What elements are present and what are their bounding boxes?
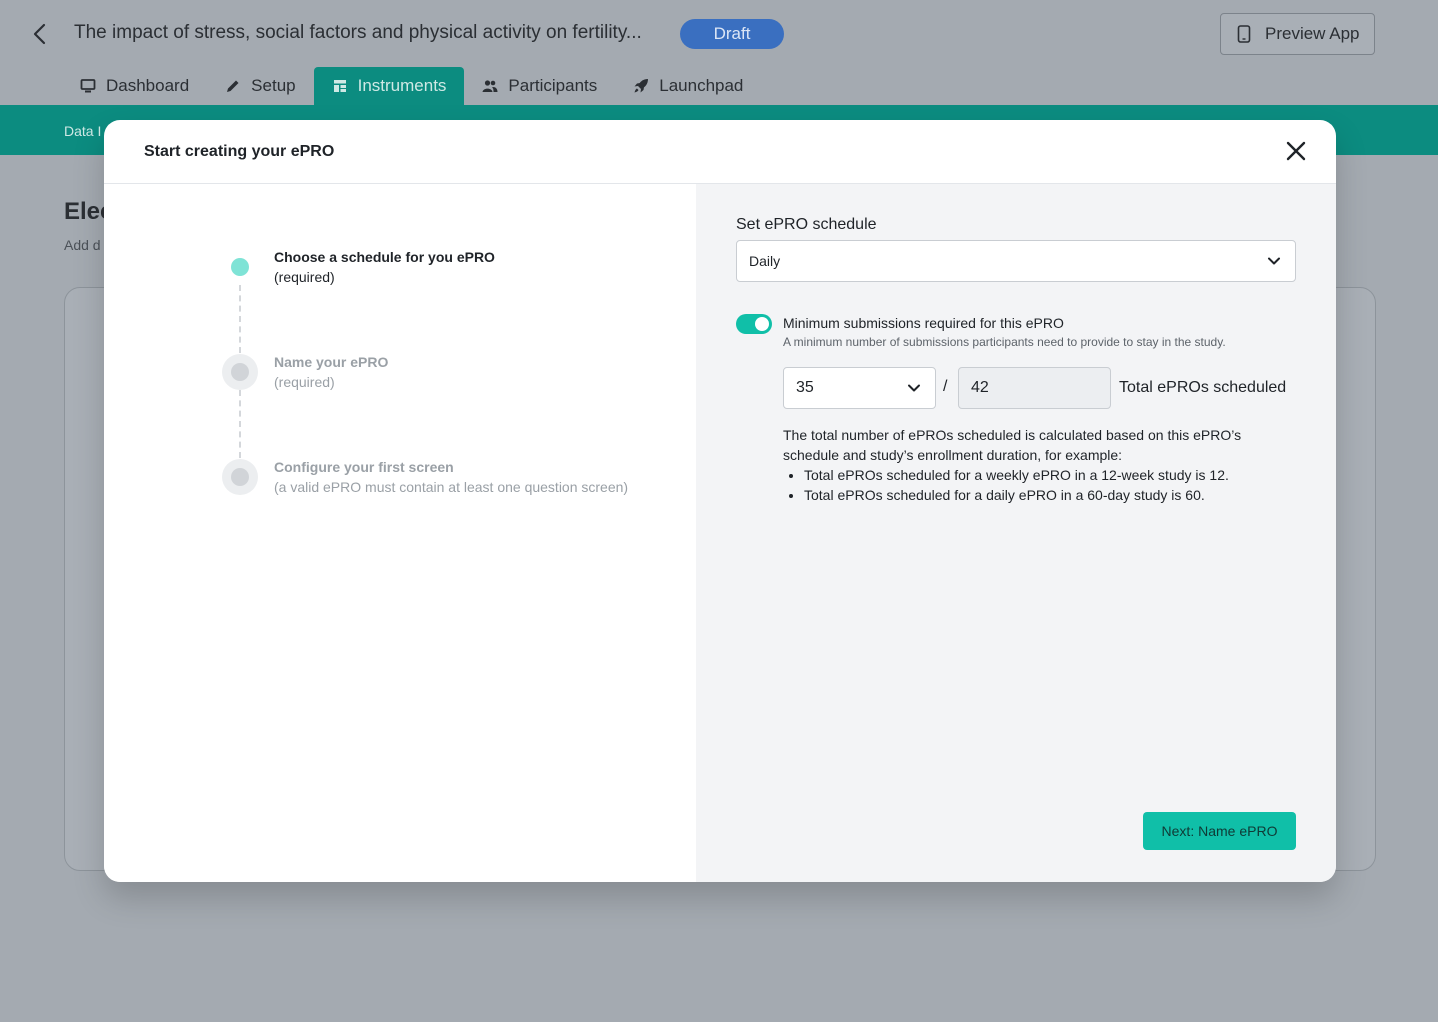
create-epro-modal: Start creating your ePRO Choose a schedu… bbox=[104, 120, 1336, 882]
tab-participants[interactable]: Participants bbox=[464, 67, 615, 105]
users-icon bbox=[482, 80, 498, 92]
status-badge: Draft bbox=[680, 19, 784, 49]
total-epros-label: Total ePROs scheduled bbox=[1119, 379, 1287, 396]
minimum-value: 35 bbox=[796, 379, 814, 396]
list-item: Total ePROs scheduled for a weekly ePRO … bbox=[804, 465, 1293, 485]
close-icon[interactable] bbox=[1284, 139, 1308, 163]
toggle-knob bbox=[755, 317, 769, 331]
modal-title: Start creating your ePRO bbox=[144, 143, 335, 160]
step-connector bbox=[239, 390, 241, 458]
tab-label: Instruments bbox=[357, 76, 447, 95]
monitor-icon bbox=[80, 79, 96, 93]
list-item: Total ePROs scheduled for a daily ePRO i… bbox=[804, 485, 1293, 505]
chevron-left-icon[interactable] bbox=[28, 20, 52, 48]
minimum-submissions-toggle[interactable] bbox=[736, 314, 772, 334]
step-title: Choose a schedule for you ePRO bbox=[274, 249, 495, 265]
schedule-form: Set ePRO schedule Daily Minimum submissi… bbox=[696, 184, 1336, 882]
pencil-icon bbox=[227, 80, 239, 92]
tab-label: Participants bbox=[508, 76, 598, 95]
step-subtitle: (a valid ePRO must contain at least one … bbox=[274, 479, 629, 495]
schedule-value: Daily bbox=[749, 253, 781, 269]
schedule-select[interactable]: Daily bbox=[736, 240, 1296, 282]
instruments-icon bbox=[333, 80, 346, 92]
sub-nav-item[interactable]: Data I bbox=[64, 123, 101, 139]
tab-dashboard[interactable]: Dashboard bbox=[62, 67, 207, 105]
step-indicator bbox=[222, 354, 258, 390]
tab-setup[interactable]: Setup bbox=[207, 67, 313, 105]
schedule-label: Set ePRO schedule bbox=[736, 216, 877, 233]
explanation-intro: The total number of ePROs scheduled is c… bbox=[783, 427, 1242, 463]
main-nav: Dashboard Setup Instruments Participants bbox=[62, 67, 761, 105]
step-subtitle: (required) bbox=[274, 269, 335, 285]
rocket-icon bbox=[634, 79, 649, 93]
step-subtitle: (required) bbox=[274, 374, 335, 390]
preview-app-button[interactable]: Preview App bbox=[1220, 13, 1375, 55]
modal-header: Start creating your ePRO bbox=[104, 120, 1336, 184]
phone-icon bbox=[1237, 25, 1251, 43]
study-title: The impact of stress, social factors and… bbox=[74, 22, 642, 43]
explanation-text: The total number of ePROs scheduled is c… bbox=[783, 425, 1293, 505]
page-subtext: Add d bbox=[64, 237, 101, 253]
step-indicator bbox=[222, 459, 258, 495]
next-name-epro-button[interactable]: Next: Name ePRO bbox=[1143, 812, 1296, 850]
tab-launchpad[interactable]: Launchpad bbox=[615, 67, 761, 105]
tab-instruments[interactable]: Instruments bbox=[313, 67, 465, 105]
step-title: Name your ePRO bbox=[274, 354, 389, 370]
total-epros-field[interactable] bbox=[958, 367, 1111, 409]
top-bar: The impact of stress, social factors and… bbox=[0, 0, 1438, 67]
tab-label: Setup bbox=[251, 76, 296, 95]
minimum-submissions-help: A minimum number of submissions particip… bbox=[783, 335, 1226, 349]
chevron-down-icon bbox=[1268, 257, 1280, 265]
step-indicator bbox=[222, 249, 258, 285]
tab-label: Dashboard bbox=[106, 76, 190, 95]
step-title: Configure your first screen bbox=[274, 459, 454, 475]
preview-app-label: Preview App bbox=[1265, 24, 1360, 43]
step-connector bbox=[239, 285, 241, 353]
minimum-submissions-label: Minimum submissions required for this eP… bbox=[783, 315, 1064, 331]
explanation-examples: Total ePROs scheduled for a weekly ePRO … bbox=[783, 465, 1293, 505]
stepper-pane: Choose a schedule for you ePRO (required… bbox=[104, 184, 696, 882]
minimum-submissions-select[interactable]: 35 bbox=[783, 367, 936, 409]
tab-label: Launchpad bbox=[659, 76, 744, 95]
chevron-down-icon bbox=[908, 384, 920, 392]
separator: / bbox=[943, 378, 948, 395]
